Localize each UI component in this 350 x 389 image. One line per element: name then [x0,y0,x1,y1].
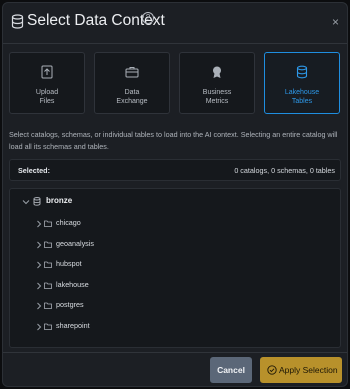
source-card-label: Business Metrics [202,89,232,105]
chevron-right-icon[interactable] [36,220,42,228]
footer-divider [3,352,347,353]
selection-summary: Selected: 0 catalogs, 0 schemas, 0 table… [9,159,341,181]
tree-node-catalog[interactable]: bronze [22,195,322,209]
folder-icon [44,323,52,330]
badge-icon [213,66,221,78]
database-icon [11,14,24,29]
catalog-tree: bronze chicago geoanalysis hubspot lakeh… [9,188,341,348]
description-text: Select catalogs, schemas, or individual … [9,130,338,151]
source-card-lakehouse-tables[interactable]: Lakehouse Tables [264,52,340,114]
folder-icon [44,302,52,309]
schema-name: sharepoint [56,320,90,330]
source-card-label: Upload Files [35,89,59,105]
folder-icon [44,261,52,268]
schema-name: geoanalysis [56,238,94,248]
briefcase-icon [125,67,139,78]
check-circle-icon [267,365,277,375]
tree-node-schema[interactable]: hubspot [36,259,236,273]
chevron-right-icon[interactable] [36,282,42,290]
header-divider [3,43,347,44]
tree-node-schema[interactable]: chicago [36,218,236,232]
source-card-upload-files[interactable]: Upload Files [9,52,85,114]
chevron-right-icon[interactable] [36,323,42,331]
selected-count: 0 catalogs, 0 schemas, 0 tables [234,166,335,175]
source-card-data-exchange[interactable]: Data Exchange [94,52,170,114]
source-card-label: Lakehouse Tables [284,89,320,105]
source-card-label: Data Exchange [116,89,148,105]
schema-name: hubspot [56,259,82,268]
source-card-business-metrics[interactable]: Business Metrics [179,52,255,114]
close-icon[interactable]: × [332,15,339,29]
upload-icon [41,65,53,79]
chevron-right-icon[interactable] [36,302,42,310]
cancel-button[interactable]: Cancel [210,357,252,383]
schema-name: lakehouse [56,279,89,289]
chevron-right-icon[interactable] [36,241,42,249]
tree-node-schema[interactable]: postgres [36,300,236,314]
selected-label: Selected: [18,166,50,175]
chevron-right-icon[interactable] [36,261,42,269]
select-data-context-dialog: Select Data Context ? × Upload Files Dat… [2,2,348,387]
schema-name: chicago [56,218,81,227]
folder-icon [44,241,52,248]
chevron-down-icon[interactable] [22,198,30,206]
help-icon[interactable]: ? [142,12,154,24]
tree-node-schema[interactable]: geoanalysis [36,239,236,253]
schema-name: postgres [56,300,84,309]
apply-selection-button[interactable]: Apply Selection [260,357,342,383]
database-icon [33,197,41,206]
apply-selection-label: Apply Selection [279,365,338,375]
catalog-name: bronze [46,196,73,205]
dialog-header: Select Data Context ? × [3,3,347,43]
database-icon [296,65,308,79]
tree-node-schema[interactable]: lakehouse [36,280,236,294]
source-cards: Upload Files Data Exchange Business Metr… [9,52,341,116]
folder-icon [44,282,52,289]
folder-icon [44,220,52,227]
tree-node-schema[interactable]: sharepoint [36,321,236,335]
